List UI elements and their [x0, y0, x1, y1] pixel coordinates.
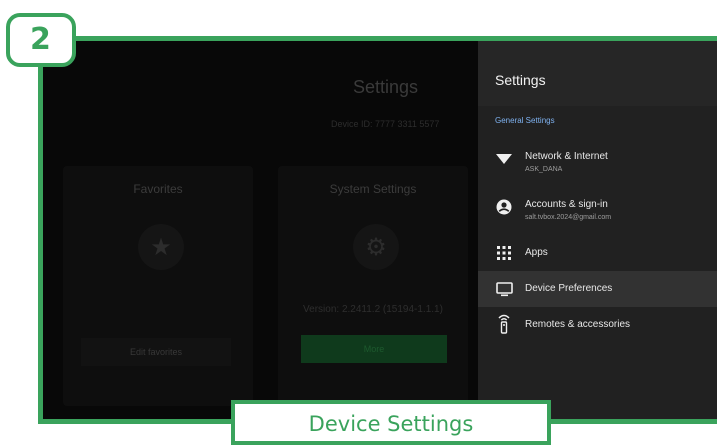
- background-settings-app: Settings Device ID: 7777 3311 5577 Favor…: [43, 41, 478, 419]
- tv-icon: [495, 280, 513, 298]
- menu-item-apps[interactable]: Apps: [478, 235, 717, 271]
- favorites-card[interactable]: Favorites ★ Edit favorites: [63, 166, 253, 406]
- favorites-icon-circle: ★: [138, 224, 184, 270]
- system-settings-icon-circle: ⚙: [353, 224, 399, 270]
- caption-box: Device Settings: [231, 400, 551, 445]
- menu-item-device-preferences[interactable]: Device Preferences: [478, 271, 717, 307]
- caption-text: Device Settings: [308, 412, 474, 436]
- menu-item-sublabel: ASK_DANA: [525, 166, 563, 173]
- tutorial-slide: 2 Settings Device ID: 7777 3311 5577 Fav…: [0, 0, 717, 445]
- settings-panel: Settings General Settings Network & Inte…: [478, 41, 717, 419]
- favorites-title: Favorites: [133, 182, 183, 196]
- menu-item-network-internet[interactable]: Network & Internet ASK_DANA: [478, 141, 717, 177]
- menu-item-sublabel: salt.tvbox.2024@gmail.com: [525, 214, 612, 221]
- menu-item-label: Network & Internet: [525, 151, 608, 162]
- wifi-icon: [495, 150, 513, 168]
- menu-item-remotes-accessories[interactable]: Remotes & accessories: [478, 307, 717, 343]
- step-badge: 2: [6, 13, 76, 67]
- menu-item-label: Apps: [525, 247, 548, 258]
- account-icon: [495, 198, 513, 216]
- menu-item-accounts[interactable]: Accounts & sign-in salt.tvbox.2024@gmail…: [478, 189, 717, 225]
- device-id-text: Device ID: 7777 3311 5577: [331, 119, 440, 129]
- apps-grid-icon: [495, 244, 513, 262]
- edit-favorites-button[interactable]: Edit favorites: [81, 338, 231, 366]
- system-settings-title: System Settings: [329, 182, 417, 196]
- step-number: 2: [30, 22, 51, 57]
- background-page-title: Settings: [353, 77, 419, 97]
- general-settings-label: General Settings: [495, 116, 555, 125]
- menu-item-label: Device Preferences: [525, 283, 613, 294]
- star-icon: ★: [150, 233, 172, 261]
- gear-icon: ⚙: [365, 233, 387, 261]
- system-settings-card[interactable]: System Settings ⚙ Version: 2.2411.2 (151…: [278, 166, 468, 406]
- menu-item-label: Remotes & accessories: [525, 319, 631, 330]
- version-text: Version: 2.2411.2 (15194-1.1.1): [303, 304, 443, 315]
- more-button[interactable]: More: [301, 335, 447, 363]
- panel-title: Settings: [495, 72, 546, 88]
- tv-screen: Settings Device ID: 7777 3311 5577 Favor…: [38, 36, 717, 424]
- menu-item-label: Accounts & sign-in: [525, 199, 608, 210]
- remote-icon: [495, 314, 513, 334]
